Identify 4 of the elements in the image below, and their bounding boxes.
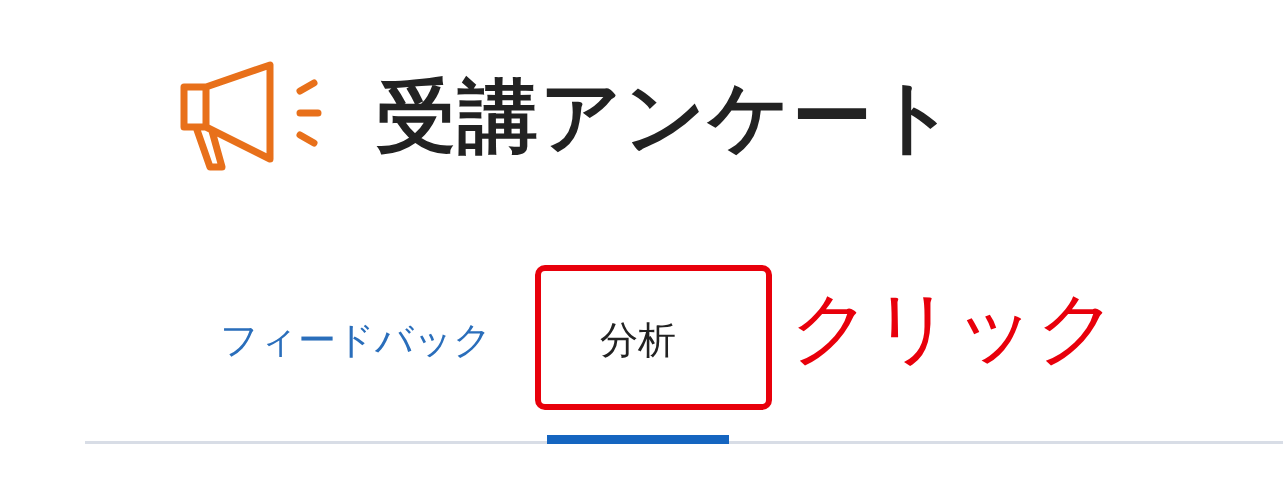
tab[interactable]: フィードバック xyxy=(192,300,520,444)
annotation-label: クリック xyxy=(790,288,1118,368)
tab[interactable]: 分析 xyxy=(547,300,729,444)
page-title: 受講アンケート xyxy=(376,77,958,157)
